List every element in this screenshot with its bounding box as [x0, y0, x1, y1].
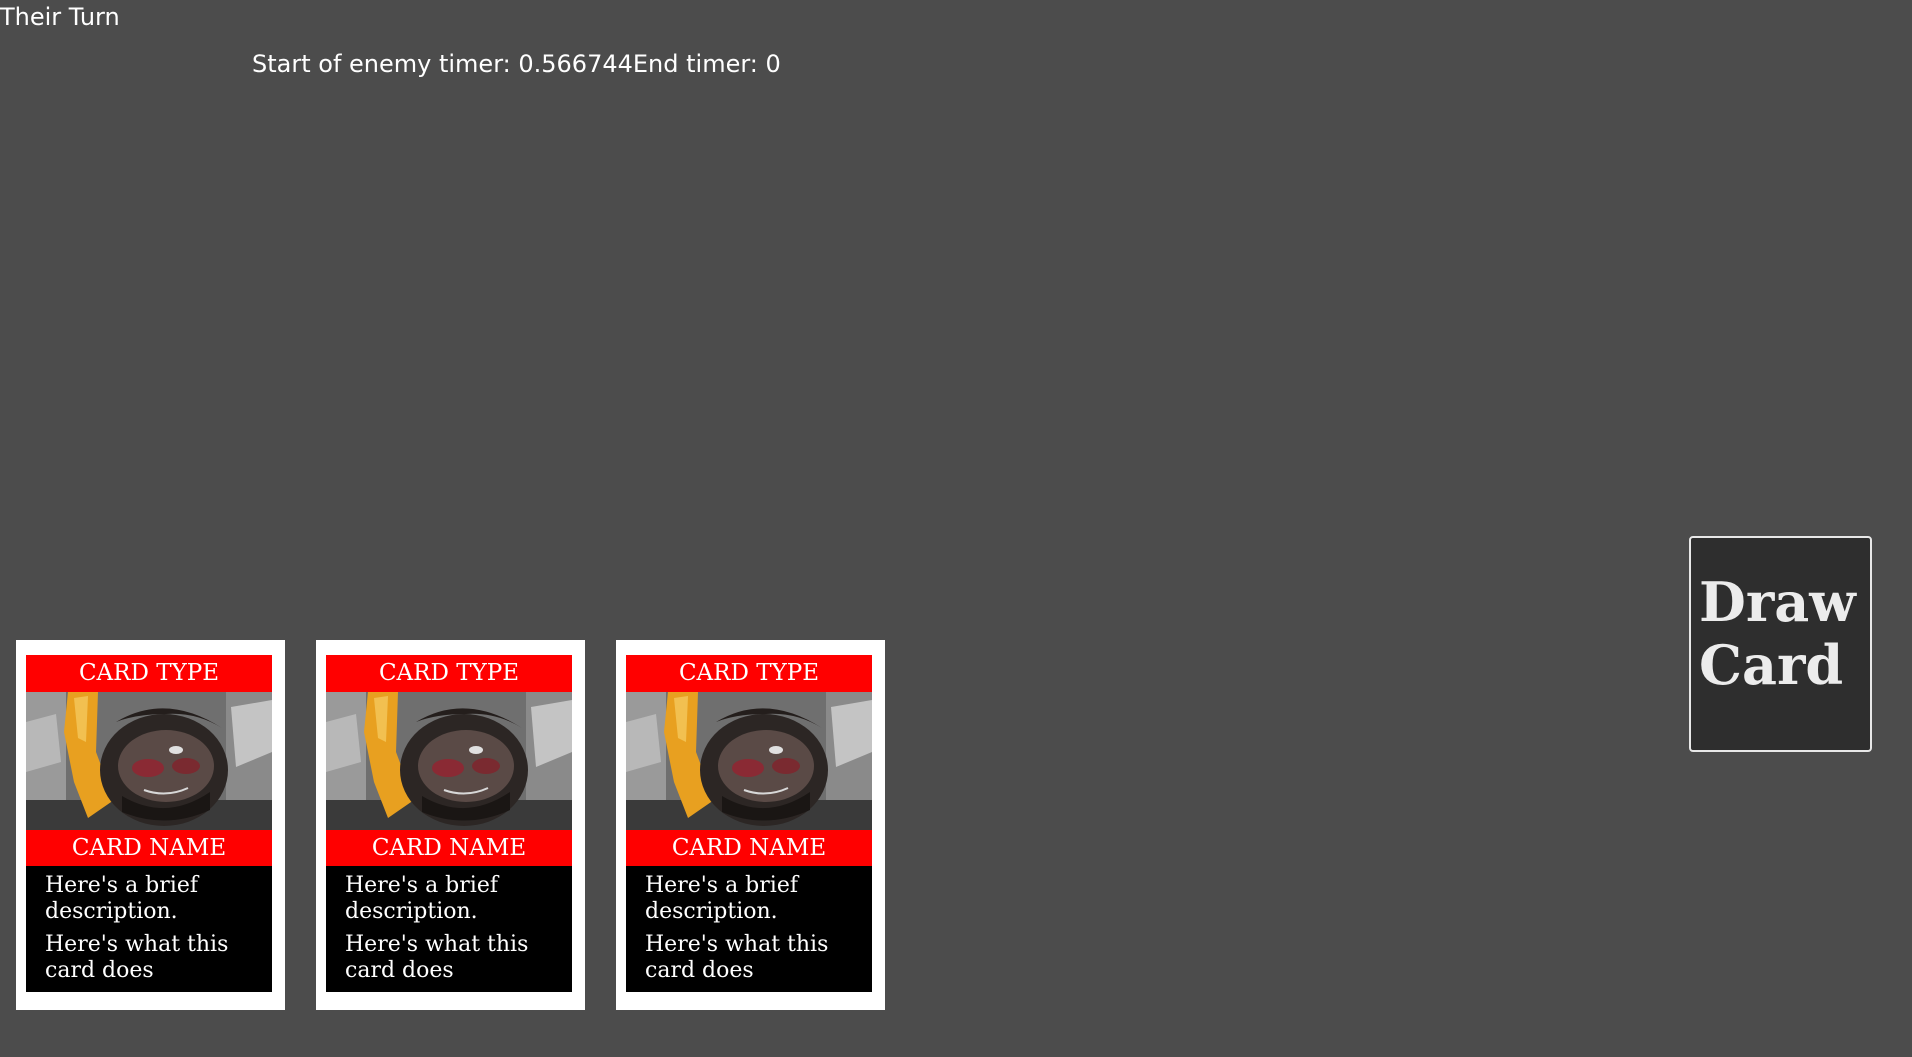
draw-card-label: Draw Card	[1699, 570, 1856, 697]
card-text: Here's a brief description. Here's what …	[45, 873, 267, 991]
card-text: Here's a brief description. Here's what …	[345, 873, 567, 991]
card-art-image	[26, 692, 272, 830]
card-description: Here's a brief description.	[45, 873, 198, 924]
hand-card[interactable]: CARD TYPE CARD NAME Here's a brief descr…	[16, 640, 285, 1010]
card-face: CARD TYPE CARD NAME Here's a brief descr…	[26, 655, 272, 992]
card-art-image	[626, 692, 872, 830]
hand-card[interactable]: CARD TYPE CARD NAME Here's a brief descr…	[616, 640, 885, 1010]
card-effect: Here's what this card does	[45, 932, 229, 983]
draw-card-button[interactable]: Draw Card	[1689, 536, 1872, 752]
card-name-banner: CARD NAME	[626, 830, 872, 866]
card-art-image	[326, 692, 572, 830]
card-description: Here's a brief description.	[645, 873, 798, 924]
card-type-banner: CARD TYPE	[626, 655, 872, 692]
card-description: Here's a brief description.	[345, 873, 498, 924]
card-type-banner: CARD TYPE	[26, 655, 272, 692]
turn-indicator: Their Turn	[0, 3, 120, 31]
card-effect: Here's what this card does	[645, 932, 829, 983]
card-text: Here's a brief description. Here's what …	[645, 873, 867, 991]
timer-readout: Start of enemy timer: 0.566744End timer:…	[252, 50, 781, 78]
card-name-banner: CARD NAME	[26, 830, 272, 866]
card-face: CARD TYPE CARD NAME Here's a brief descr…	[326, 655, 572, 992]
card-effect: Here's what this card does	[345, 932, 529, 983]
card-type-banner: CARD TYPE	[326, 655, 572, 692]
card-name-banner: CARD NAME	[326, 830, 572, 866]
card-face: CARD TYPE CARD NAME Here's a brief descr…	[626, 655, 872, 992]
hand-card[interactable]: CARD TYPE CARD NAME Here's a brief descr…	[316, 640, 585, 1010]
